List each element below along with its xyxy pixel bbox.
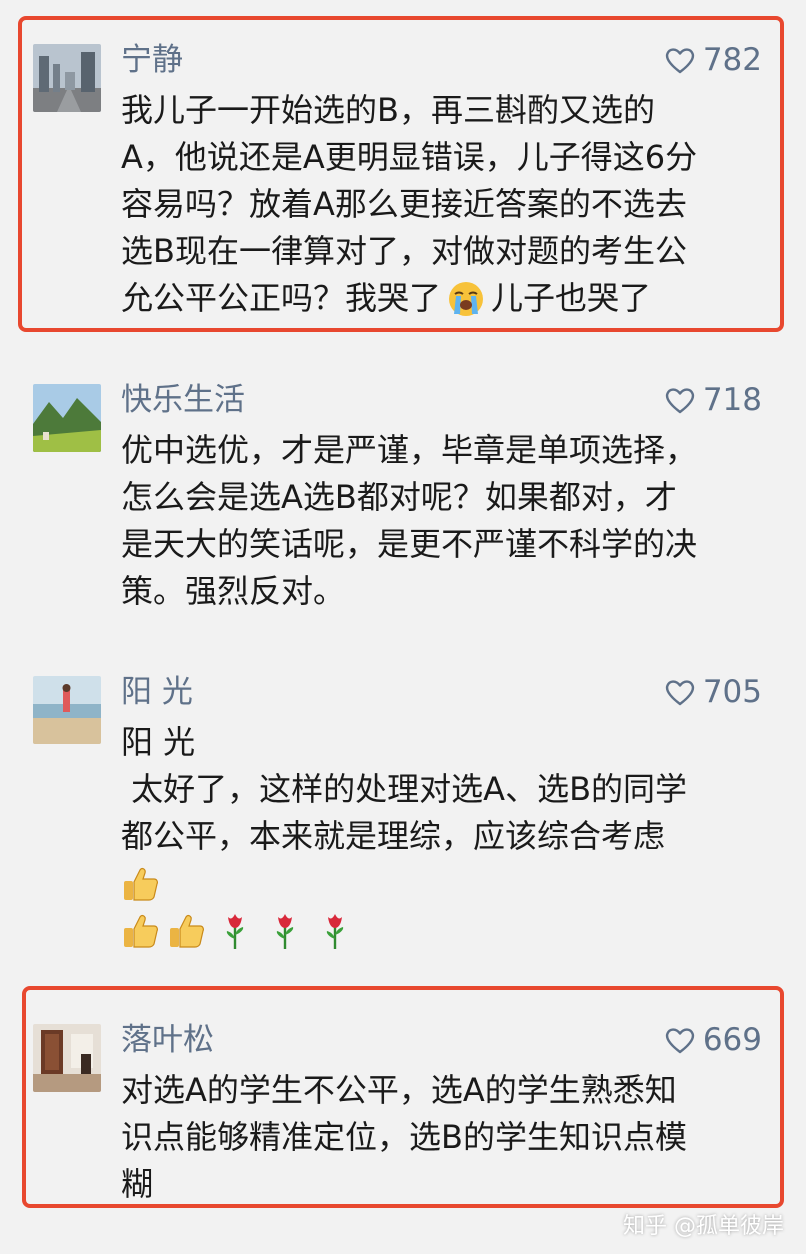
comment-line: 选B现在一律算对了，对做对题的考生公: [121, 232, 687, 270]
comment-author[interactable]: 落叶松: [121, 1022, 214, 1058]
heart-outline-icon: [665, 47, 694, 73]
like-button[interactable]: 669: [665, 1022, 762, 1058]
comment-line: 怎么会是选A选B都对呢？如果都对，才: [121, 478, 677, 516]
avatar[interactable]: [33, 1024, 101, 1092]
heart-outline-icon: [665, 387, 694, 413]
like-button[interactable]: 705: [665, 674, 762, 710]
avatar[interactable]: [33, 384, 101, 452]
comment-line: 我儿子一开始选的B，再三斟酌又选的: [121, 91, 655, 129]
comment-text: 我儿子一开始选的B，再三斟酌又选的 A，他说还是A更明显错误，儿子得这6分 容易…: [121, 87, 761, 322]
thumbs-up-icon: [170, 914, 204, 948]
like-count: 669: [702, 1022, 762, 1058]
comment-author[interactable]: 阳 光: [121, 674, 193, 710]
heart-outline-icon: [665, 1027, 694, 1053]
crying-face-icon: [449, 281, 484, 316]
like-button[interactable]: 782: [665, 42, 762, 78]
comment-line: 太好了，这样的处理对选A、选B的同学: [121, 770, 688, 808]
watermark: 知乎 @孤单彼岸: [623, 1214, 784, 1239]
avatar[interactable]: [33, 676, 101, 744]
like-count: 718: [702, 382, 762, 418]
comment-line: 优中选优，才是严谨，毕章是单项选择，: [121, 431, 698, 469]
emoji-row: [121, 860, 761, 907]
emoji-row: [121, 907, 761, 954]
comment-line: 策。强烈反对。: [121, 572, 346, 610]
like-button[interactable]: 718: [665, 382, 762, 418]
avatar[interactable]: [33, 44, 101, 112]
like-count: 705: [702, 674, 762, 710]
comment-text: 优中选优，才是严谨，毕章是单项选择， 怎么会是选A选B都对呢？如果都对，才 是天…: [121, 427, 761, 615]
comment-line: A，他说还是A更明显错误，儿子得这6分: [121, 138, 698, 176]
comment-line: 糊: [121, 1165, 154, 1203]
comment-line: 识点能够精准定位，选B的学生知识点模: [121, 1118, 687, 1156]
comment-line: 都公平，本来就是理综，应该综合考虑: [121, 817, 666, 855]
comment-line: 允公平公正吗？我哭了 儿子也哭了: [121, 279, 652, 317]
heart-outline-icon: [665, 679, 694, 705]
like-count: 782: [702, 42, 762, 78]
comment-line: 是天大的笑话呢，是更不严谨不科学的决: [121, 525, 698, 563]
thumbs-up-icon: [124, 914, 158, 948]
comment-text: 阳 光 太好了，这样的处理对选A、选B的同学 都公平，本来就是理综，应该综合考虑: [121, 719, 761, 954]
comment-text: 对选A的学生不公平，选A的学生熟悉知 识点能够精准定位，选B的学生知识点模 糊: [121, 1067, 761, 1208]
comment-author[interactable]: 快乐生活: [121, 382, 245, 418]
thumbs-up-icon: [124, 867, 158, 901]
comment-author[interactable]: 宁静: [121, 42, 183, 78]
rose-icon: [226, 913, 244, 949]
rose-icon: [276, 913, 294, 949]
comment-line: 阳 光: [121, 723, 196, 761]
comment-line: 容易吗？放着A那么更接近答案的不选去: [121, 185, 687, 223]
comment-line: 对选A的学生不公平，选A的学生熟悉知: [121, 1071, 677, 1109]
rose-icon: [326, 913, 344, 949]
